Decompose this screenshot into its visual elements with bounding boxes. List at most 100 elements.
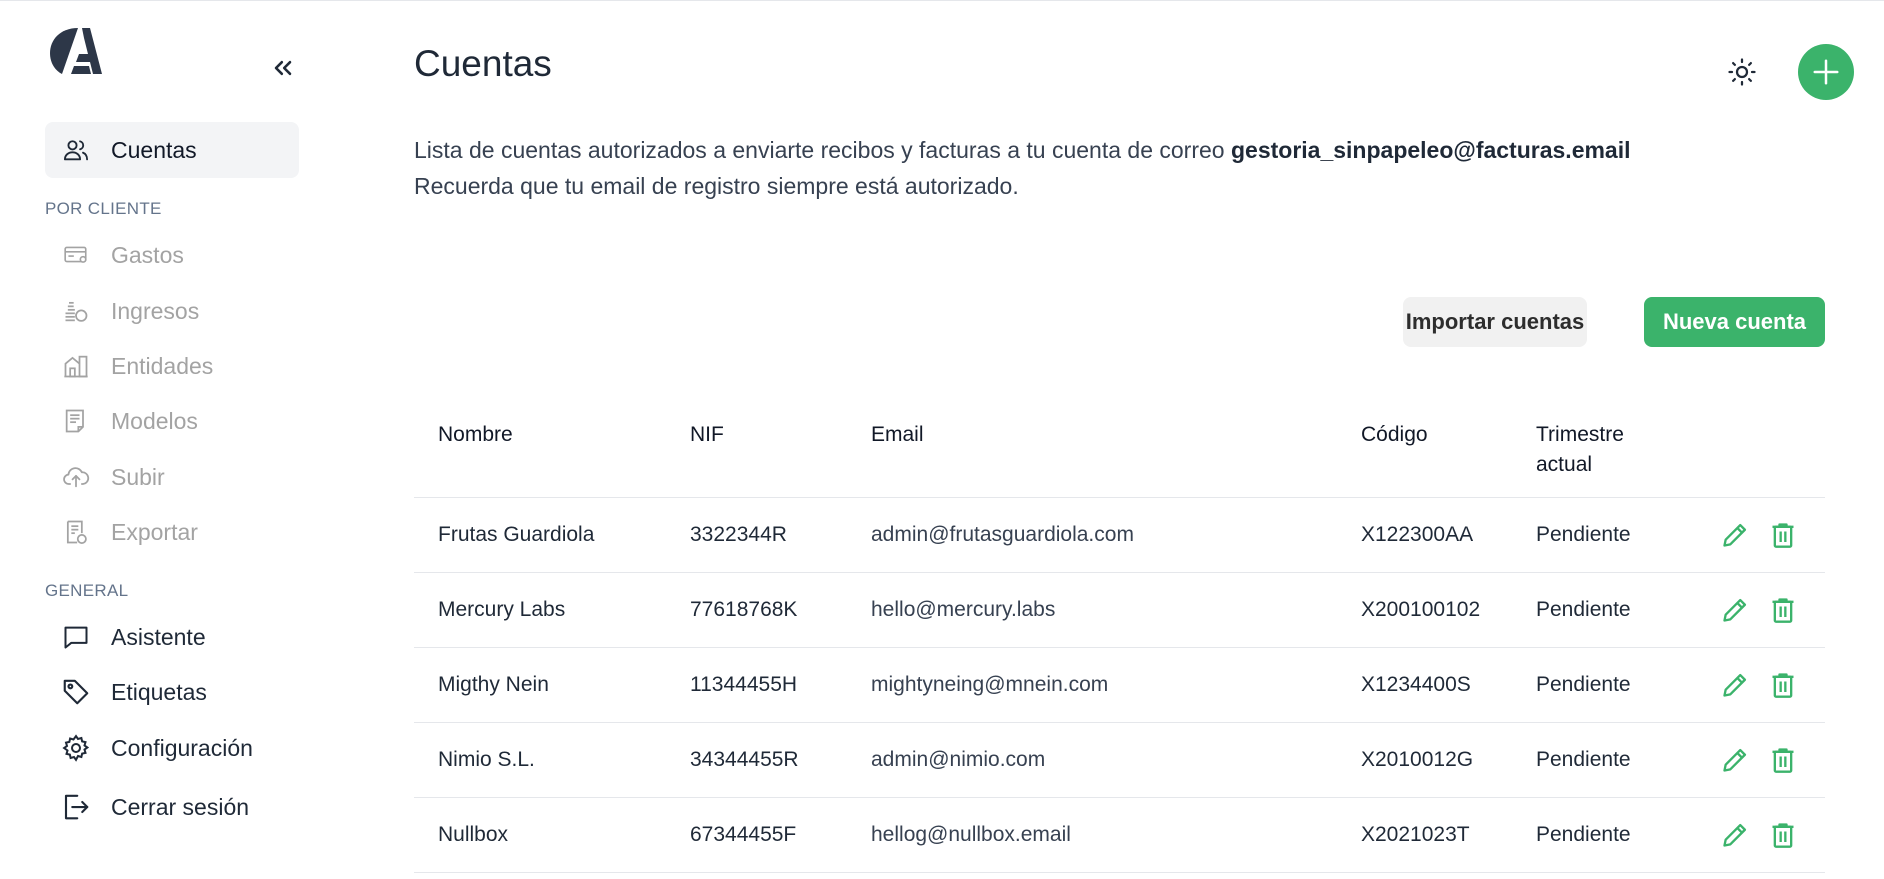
cell-email: admin@nimio.com bbox=[871, 748, 1046, 771]
trash-icon bbox=[1772, 523, 1794, 548]
row-actions bbox=[1720, 594, 1798, 626]
sidebar-item-modelos[interactable]: Modelos bbox=[45, 393, 299, 449]
edit-button[interactable] bbox=[1720, 744, 1750, 776]
add-button[interactable] bbox=[1798, 44, 1854, 100]
sidebar-item-gastos[interactable]: Gastos bbox=[45, 227, 299, 283]
cell-trimestre: Pendiente bbox=[1536, 823, 1631, 846]
trash-icon bbox=[1772, 673, 1794, 698]
row-actions bbox=[1720, 819, 1798, 851]
sidebar-item-configuracion[interactable]: Configuración bbox=[45, 720, 299, 776]
row-actions bbox=[1720, 669, 1798, 701]
cell-codigo: X200100102 bbox=[1361, 598, 1481, 621]
sidebar-item-label: Configuración bbox=[111, 734, 253, 761]
cell-email: hellog@nullbox.email bbox=[871, 823, 1071, 846]
trash-icon bbox=[1772, 823, 1794, 848]
column-header-nombre: Nombre bbox=[438, 423, 513, 446]
cell-nif: 77618768K bbox=[690, 598, 798, 621]
pencil-icon bbox=[1723, 748, 1747, 772]
sidebar-item-asistente[interactable]: Asistente bbox=[45, 609, 299, 665]
chat-icon bbox=[61, 622, 91, 652]
sidebar: Cuentas POR CLIENTE Gastos Ingresos Enti… bbox=[0, 0, 330, 879]
export-file-icon bbox=[61, 517, 91, 547]
cell-nombre: Migthy Nein bbox=[438, 673, 549, 696]
table-row[interactable]: Migthy Nein 11344455H mightyneing@mnein.… bbox=[414, 648, 1825, 723]
document-icon bbox=[61, 406, 91, 436]
credit-card-icon bbox=[61, 240, 91, 270]
cell-email: hello@mercury.labs bbox=[871, 598, 1056, 621]
cell-nif: 3322344R bbox=[690, 523, 787, 546]
sidebar-item-label: Modelos bbox=[111, 407, 198, 434]
collapse-sidebar-button[interactable] bbox=[265, 50, 301, 86]
delete-button[interactable] bbox=[1768, 744, 1798, 776]
authorized-email: gestoria_sinpapeleo@facturas.email bbox=[1230, 137, 1631, 163]
trash-icon bbox=[1772, 598, 1794, 623]
table-row[interactable]: Frutas Guardiola 3322344R admin@frutasgu… bbox=[414, 498, 1825, 573]
new-account-button[interactable]: Nueva cuenta bbox=[1644, 297, 1825, 347]
cell-codigo: X2021023T bbox=[1361, 823, 1470, 846]
description: Lista de cuentas autorizados a enviarte … bbox=[414, 132, 1631, 204]
theme-toggle-button[interactable] bbox=[1722, 52, 1762, 92]
row-actions bbox=[1720, 519, 1798, 551]
delete-button[interactable] bbox=[1768, 669, 1798, 701]
page-title: Cuentas bbox=[414, 43, 552, 84]
edit-button[interactable] bbox=[1720, 594, 1750, 626]
table-row[interactable]: Nullbox 67344455F hellog@nullbox.email X… bbox=[414, 798, 1825, 873]
building-icon bbox=[61, 351, 91, 381]
column-header-email: Email bbox=[871, 423, 924, 446]
sun-icon bbox=[1728, 58, 1756, 86]
sidebar-item-entidades[interactable]: Entidades bbox=[45, 338, 299, 394]
sidebar-item-label: Asistente bbox=[111, 623, 206, 650]
sidebar-item-subir[interactable]: Subir bbox=[45, 449, 299, 505]
cell-nif: 67344455F bbox=[690, 823, 797, 846]
column-header-nif: NIF bbox=[690, 423, 724, 446]
column-header-trimestre: Trimestre actual bbox=[1536, 423, 1624, 476]
cell-nombre: Nullbox bbox=[438, 823, 509, 846]
cell-codigo: X1234400S bbox=[1361, 673, 1471, 696]
sidebar-item-label: Ingresos bbox=[111, 297, 200, 324]
app-logo[interactable] bbox=[48, 26, 104, 76]
description-line-1: Lista de cuentas autorizados a enviarte … bbox=[414, 132, 1631, 168]
table-header: Nombre NIF Email Código Trimestre actual bbox=[414, 400, 1825, 498]
cell-codigo: X2010012G bbox=[1361, 748, 1474, 771]
import-accounts-button[interactable]: Importar cuentas bbox=[1403, 297, 1587, 347]
delete-button[interactable] bbox=[1768, 594, 1798, 626]
sidebar-item-exportar[interactable]: Exportar bbox=[45, 504, 299, 560]
sidebar-item-label: Entidades bbox=[111, 352, 214, 379]
pencil-icon bbox=[1723, 673, 1747, 697]
delete-button[interactable] bbox=[1768, 819, 1798, 851]
sidebar-item-label: Subir bbox=[111, 463, 165, 490]
edit-button[interactable] bbox=[1720, 819, 1750, 851]
users-icon bbox=[61, 135, 91, 165]
cell-trimestre: Pendiente bbox=[1536, 523, 1631, 546]
sidebar-item-label: Gastos bbox=[111, 241, 184, 268]
pencil-icon bbox=[1723, 523, 1747, 547]
sidebar-item-label: Exportar bbox=[111, 518, 198, 545]
cell-email: mightyneing@mnein.com bbox=[871, 673, 1109, 696]
accounts-table: Nombre NIF Email Código Trimestre actual… bbox=[414, 400, 1825, 873]
sidebar-item-etiquetas[interactable]: Etiquetas bbox=[45, 664, 299, 720]
cell-trimestre: Pendiente bbox=[1536, 673, 1631, 696]
sidebar-item-label: Cuentas bbox=[111, 136, 197, 163]
cell-trimestre: Pendiente bbox=[1536, 598, 1631, 621]
sidebar-item-cerrar-sesion[interactable]: Cerrar sesión bbox=[45, 779, 299, 835]
edit-button[interactable] bbox=[1720, 669, 1750, 701]
chevrons-left-icon bbox=[274, 60, 292, 76]
delete-button[interactable] bbox=[1768, 519, 1798, 551]
cell-codigo: X122300AA bbox=[1361, 523, 1474, 546]
table-row[interactable]: Nimio S.L. 34344455R admin@nimio.com X20… bbox=[414, 723, 1825, 798]
table-row[interactable]: Mercury Labs 77618768K hello@mercury.lab… bbox=[414, 573, 1825, 648]
row-actions bbox=[1720, 744, 1798, 776]
plus-icon bbox=[1813, 59, 1839, 85]
description-text: Lista de cuentas autorizados a enviarte … bbox=[414, 137, 1231, 163]
cell-nombre: Mercury Labs bbox=[438, 598, 566, 621]
cloud-upload-icon bbox=[61, 462, 91, 492]
pencil-icon bbox=[1723, 823, 1747, 847]
description-line-2: Recuerda que tu email de registro siempr… bbox=[414, 173, 1019, 199]
cell-nombre: Nimio S.L. bbox=[438, 748, 535, 771]
column-header-codigo: Código bbox=[1361, 423, 1428, 446]
pencil-icon bbox=[1723, 598, 1747, 622]
logout-icon bbox=[61, 792, 91, 822]
sidebar-item-cuentas[interactable]: Cuentas bbox=[45, 122, 299, 178]
sidebar-item-ingresos[interactable]: Ingresos bbox=[45, 283, 299, 339]
edit-button[interactable] bbox=[1720, 519, 1750, 551]
